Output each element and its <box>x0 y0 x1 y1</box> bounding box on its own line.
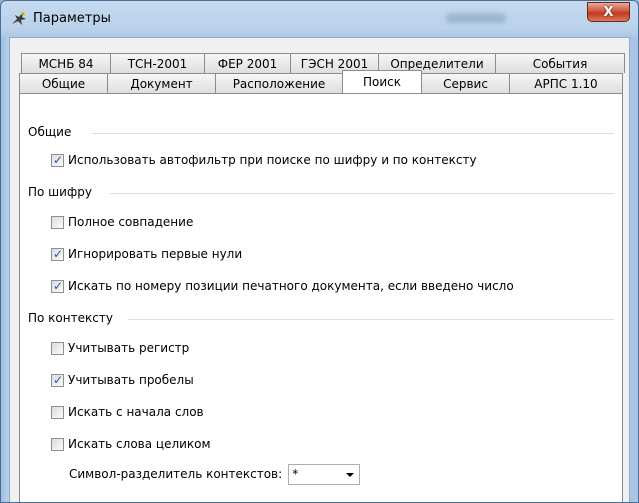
autofilter-checkbox[interactable]: ✓ <box>51 152 64 167</box>
tab-general[interactable]: Общие <box>19 73 108 93</box>
tab-label: Расположение <box>232 76 326 91</box>
autofilter-label: Использовать автофильтр при поиске по ши… <box>68 153 477 167</box>
whole-words-checkbox[interactable] <box>51 437 64 451</box>
by-position-checkbox-row[interactable]: ✓ Искать по номеру позиции печатного док… <box>51 278 514 294</box>
tab-row-back: МСНБ 84 ТСН-2001 ФЕР 2001 ГЭСН 2001 Опре… <box>21 53 625 73</box>
word-start-label: Искать с начала слов <box>68 405 204 419</box>
tab-events[interactable]: События <box>495 53 625 73</box>
separator-select[interactable]: * <box>288 463 361 485</box>
exact-match-checkbox[interactable] <box>51 215 64 229</box>
separator-row: Символ-разделитель контекстов: * <box>69 463 361 485</box>
autofilter-checkbox-row[interactable]: ✓ Использовать автофильтр при поиске по … <box>51 152 477 168</box>
tab-label: ФЕР 2001 <box>217 56 278 71</box>
search-tab-panel: Общие ✓ Использовать автофильтр при поис… <box>19 93 623 502</box>
parameters-window: Параметры X МСНБ 84 ТСН-2001 ФЕР 2001 ГЭ… <box>0 0 639 503</box>
by-position-checkbox[interactable]: ✓ <box>51 278 64 293</box>
spaces-checkbox-row[interactable]: ✓ Учитывать пробелы <box>51 372 194 388</box>
close-icon: X <box>603 4 614 20</box>
dialog-client: МСНБ 84 ТСН-2001 ФЕР 2001 ГЭСН 2001 Опре… <box>9 37 630 502</box>
whole-words-label: Искать слова целиком <box>68 437 211 451</box>
tab-label: Сервис <box>443 76 488 91</box>
spaces-label: Учитывать пробелы <box>68 373 194 387</box>
tab-label: МСНБ 84 <box>38 56 94 71</box>
tab-service[interactable]: Сервис <box>421 73 510 93</box>
ignore-zeros-checkbox-row[interactable]: ✓ Игнорировать первые нули <box>51 246 242 262</box>
close-button[interactable]: X <box>587 2 630 22</box>
tab-label: Поиск <box>362 75 401 89</box>
tab-arps[interactable]: АРПС 1.10 <box>509 73 623 93</box>
tab-tsn2001[interactable]: ТСН-2001 <box>110 53 205 73</box>
tab-label: АРПС 1.10 <box>534 76 598 91</box>
group-label-by-code: По шифру <box>28 185 98 199</box>
whole-words-checkbox-row[interactable]: Искать слова целиком <box>51 436 211 452</box>
separator-value: * <box>292 467 299 481</box>
spaces-checkbox[interactable]: ✓ <box>51 372 64 387</box>
tab-label: Определители <box>390 56 484 71</box>
check-icon: ✓ <box>53 278 64 293</box>
tab-label: Общие <box>41 76 86 91</box>
tab-document[interactable]: Документ <box>107 73 216 93</box>
tab-fer2001[interactable]: ФЕР 2001 <box>204 53 291 73</box>
word-start-checkbox[interactable] <box>51 405 64 419</box>
title-bar[interactable]: Параметры X <box>1 1 638 37</box>
tab-label: События <box>532 56 588 71</box>
group-divider <box>110 193 614 194</box>
tab-row-front: Общие Документ Расположение Поиск Сервис… <box>19 70 623 93</box>
tab-layout[interactable]: Расположение <box>215 73 343 93</box>
tab-label: ТСН-2001 <box>127 56 188 71</box>
tab-label: Документ <box>130 76 193 91</box>
window-title: Параметры <box>33 11 111 26</box>
group-label-by-context: По контексту <box>28 311 119 325</box>
tab-search[interactable]: Поиск <box>342 70 422 93</box>
exact-match-label: Полное совпадение <box>68 215 194 229</box>
ignore-zeros-checkbox[interactable]: ✓ <box>51 246 64 261</box>
ignore-zeros-label: Игнорировать первые нули <box>68 247 243 261</box>
tab-label: ГЭСН 2001 <box>300 56 369 71</box>
chevron-down-icon[interactable] <box>346 472 355 477</box>
check-icon: ✓ <box>53 152 64 167</box>
group-divider <box>92 133 614 134</box>
group-label-general: Общие <box>28 125 78 139</box>
case-checkbox-row[interactable]: Учитывать регистр <box>51 340 189 356</box>
word-start-checkbox-row[interactable]: Искать с начала слов <box>51 404 204 420</box>
check-icon: ✓ <box>53 246 64 261</box>
tab-msnb84[interactable]: МСНБ 84 <box>21 53 111 73</box>
group-divider <box>128 319 614 320</box>
window-edge <box>1 37 9 502</box>
app-icon <box>12 12 26 25</box>
check-icon: ✓ <box>53 372 64 387</box>
case-checkbox[interactable] <box>51 341 64 355</box>
title-blur <box>446 13 506 23</box>
by-position-label: Искать по номеру позиции печатного докум… <box>68 279 514 293</box>
exact-match-checkbox-row[interactable]: Полное совпадение <box>51 214 193 230</box>
separator-label: Символ-разделитель контекстов: <box>69 467 283 481</box>
case-label: Учитывать регистр <box>68 341 190 355</box>
